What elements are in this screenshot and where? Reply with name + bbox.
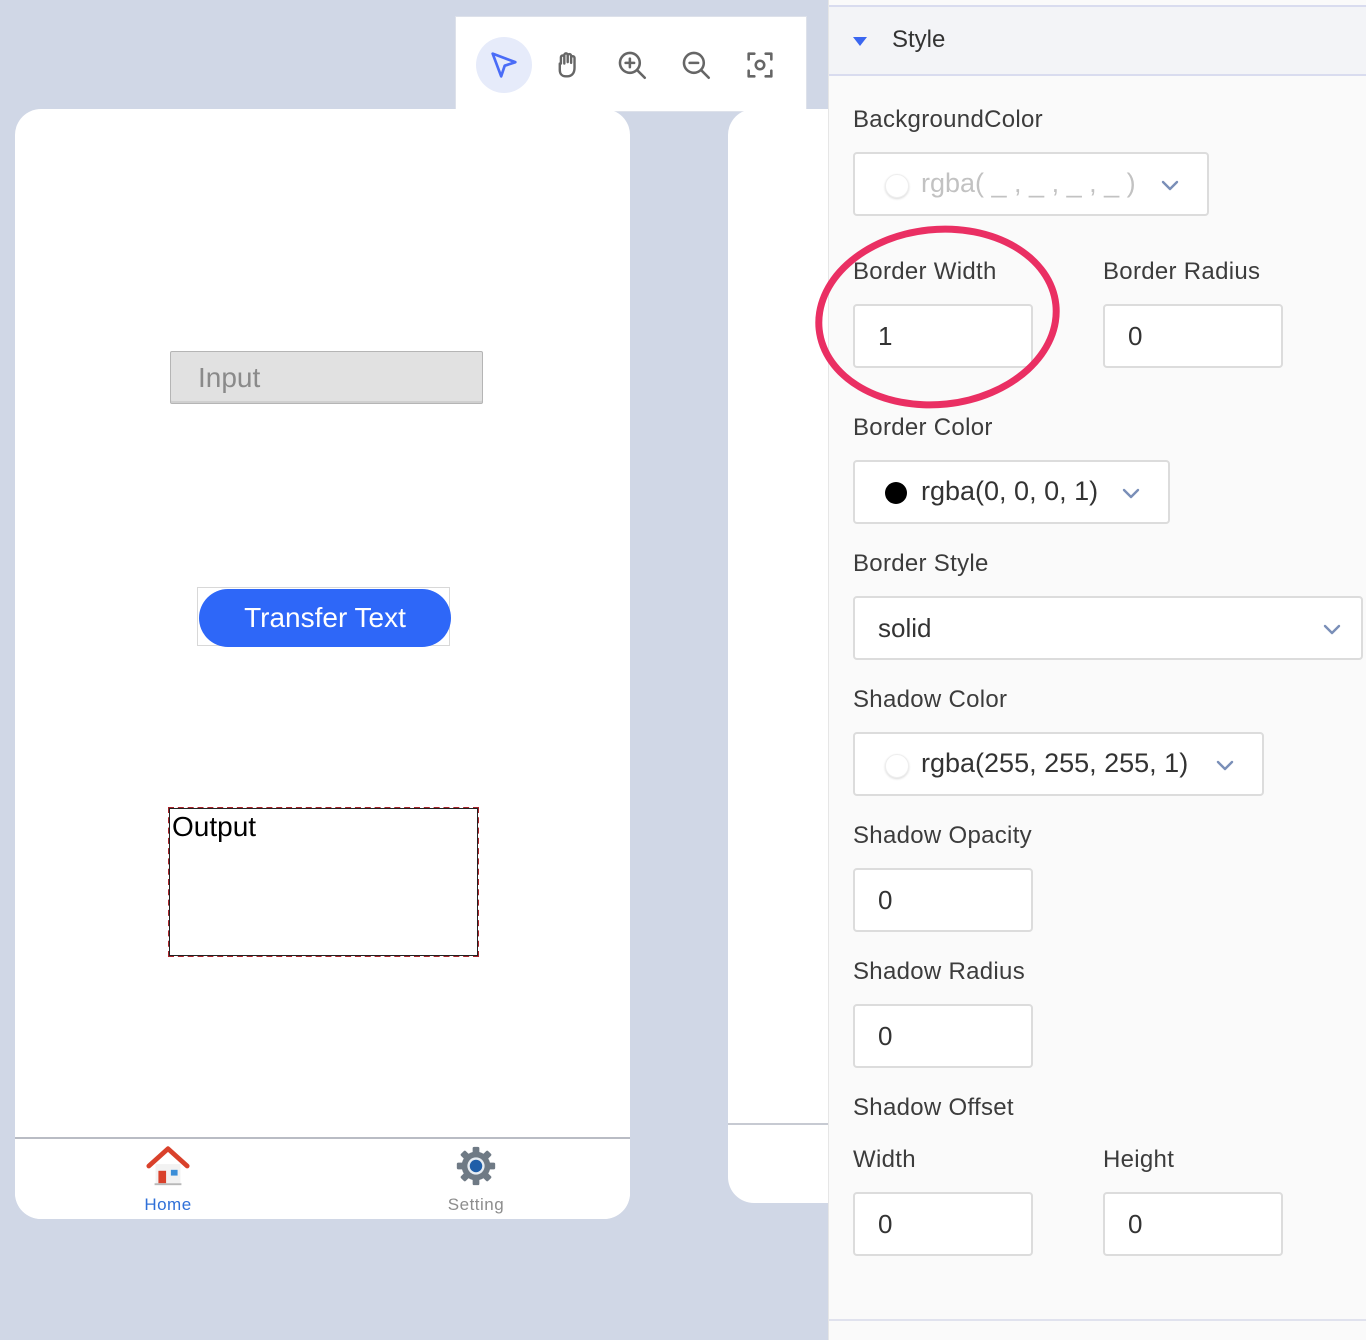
chevron-down-icon (1216, 760, 1234, 771)
text-input[interactable]: Input (170, 351, 483, 404)
background-color-value: rgba( _ , _ , _ , _ ) (921, 168, 1136, 198)
shadow-radius-input[interactable] (855, 1006, 1031, 1066)
panel-divider (829, 1319, 1366, 1321)
border-style-label: Border Style (853, 550, 989, 577)
border-color-swatch (885, 482, 907, 504)
shadow-opacity-field[interactable] (853, 868, 1033, 932)
output-label: Output (172, 811, 257, 842)
chevron-down-icon (1122, 488, 1140, 499)
shadow-color-value: rgba(255, 255, 255, 1) (921, 748, 1189, 778)
style-section-header[interactable]: Style (829, 7, 1366, 76)
background-color-label: BackgroundColor (853, 106, 1043, 133)
shadow-offset-width-field[interactable] (853, 1192, 1033, 1256)
phone-screen-main: Input Transfer Text Output Home Setting (15, 109, 630, 1219)
border-color-value: rgba(0, 0, 0, 1) (921, 476, 1099, 506)
border-radius-label: Border Radius (1103, 258, 1261, 285)
output-text-box[interactable]: Output (168, 807, 479, 957)
tab-home[interactable]: Home (108, 1143, 228, 1215)
border-color-label: Border Color (853, 414, 993, 441)
shadow-offset-height-field[interactable] (1103, 1192, 1283, 1256)
border-width-input[interactable] (855, 306, 1031, 366)
shadow-offset-width-label: Width (853, 1146, 916, 1173)
bottom-tab-bar: Home Setting (15, 1137, 630, 1219)
border-radius-field[interactable] (1103, 304, 1283, 368)
fit-screen-icon (747, 52, 773, 78)
shadow-offset-height-input[interactable] (1105, 1194, 1281, 1254)
shadow-color-label: Shadow Color (853, 686, 1008, 713)
shadow-radius-field[interactable] (853, 1004, 1033, 1068)
shadow-offset-height-label: Height (1103, 1146, 1175, 1173)
home-icon (146, 1146, 190, 1186)
transfer-text-button[interactable]: Transfer Text (199, 589, 451, 647)
chevron-down-icon (1323, 624, 1341, 635)
shadow-color-swatch (885, 754, 909, 778)
background-color-swatch (885, 174, 909, 198)
hand-tool-button[interactable] (540, 37, 596, 93)
zoom-out-button[interactable] (668, 37, 724, 93)
shadow-offset-width-input[interactable] (855, 1194, 1031, 1254)
tab-setting-label: Setting (447, 1195, 505, 1214)
section-title: Style (892, 26, 946, 53)
hand-icon (558, 52, 576, 78)
shadow-color-picker[interactable]: rgba(255, 255, 255, 1) (853, 732, 1264, 796)
tab-setting[interactable]: Setting (416, 1143, 536, 1215)
tab-home-label: Home (144, 1195, 192, 1214)
border-radius-input[interactable] (1105, 306, 1281, 366)
pointer-icon (491, 52, 517, 78)
caret-down-icon (853, 37, 867, 46)
gear-icon (456, 1146, 496, 1186)
border-width-field[interactable] (853, 304, 1033, 368)
border-color-picker[interactable]: rgba(0, 0, 0, 1) (853, 460, 1170, 524)
border-width-label: Border Width (853, 258, 997, 285)
zoom-out-icon (682, 51, 711, 80)
zoom-in-icon (618, 51, 647, 80)
background-color-picker[interactable]: rgba( _ , _ , _ , _ ) (853, 152, 1209, 216)
chevron-down-icon (1161, 180, 1179, 191)
canvas-toolbar (455, 16, 807, 112)
style-properties-panel: Style BackgroundColor rgba( _ , _ , _ , … (828, 0, 1366, 1340)
shadow-opacity-input[interactable] (855, 870, 1031, 930)
border-style-value: solid (878, 613, 932, 643)
shadow-offset-label: Shadow Offset (853, 1094, 1014, 1121)
shadow-radius-label: Shadow Radius (853, 958, 1026, 985)
shadow-opacity-label: Shadow Opacity (853, 822, 1032, 849)
pointer-tool-button[interactable] (476, 37, 532, 93)
fit-screen-button[interactable] (732, 37, 788, 93)
border-style-select[interactable]: solid (853, 596, 1363, 660)
zoom-in-button[interactable] (604, 37, 660, 93)
text-input-placeholder: Input (198, 361, 261, 393)
